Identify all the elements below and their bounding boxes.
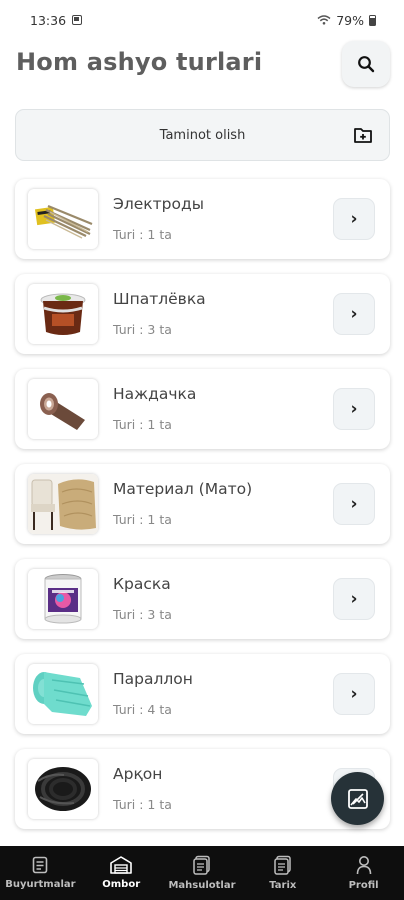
open-item-button[interactable]: › <box>333 388 375 430</box>
item-name: Параллон <box>113 670 193 688</box>
paint-image <box>28 569 98 629</box>
chevron-right-icon: › <box>350 494 358 514</box>
chevron-right-icon: › <box>350 589 358 609</box>
item-count: Turi : 1 ta <box>113 512 172 527</box>
battery-percent: 79% <box>336 12 364 28</box>
nav-profile-label: Profil <box>348 880 379 891</box>
open-item-button[interactable]: › <box>333 293 375 335</box>
item-count: Turi : 3 ta <box>113 322 172 337</box>
item-name: Материал (Мато) <box>113 480 253 498</box>
fabric-image <box>28 474 98 534</box>
item-name: Шпатлёвка <box>113 290 206 308</box>
battery-icon <box>369 14 376 26</box>
open-item-button[interactable]: › <box>333 578 375 620</box>
wifi-icon <box>317 15 331 25</box>
nav-products-label: Mahsulotlar <box>168 880 236 891</box>
history-icon <box>274 855 291 875</box>
electrodes-image <box>28 189 98 249</box>
status-time: 13:36 <box>30 12 67 28</box>
item-name: Электроды <box>113 195 204 213</box>
item-count: Turi : 1 ta <box>113 797 172 812</box>
open-item-button[interactable]: › <box>333 483 375 525</box>
chevron-right-icon: › <box>350 399 358 419</box>
orders-icon <box>33 856 48 874</box>
nav-warehouse[interactable]: Ombor <box>81 846 162 900</box>
status-bar: 13:36 79% <box>0 0 404 40</box>
chevron-right-icon: › <box>350 304 358 324</box>
item-count: Turi : 4 ta <box>113 702 172 717</box>
nav-history-label: Tarix <box>269 880 297 891</box>
rope-image <box>28 759 98 819</box>
image-edit-icon <box>347 788 368 809</box>
nav-orders[interactable]: Buyurtmalar <box>0 846 81 900</box>
item-name: Наждачка <box>113 385 197 403</box>
nav-profile[interactable]: Profil <box>323 846 404 900</box>
warehouse-icon <box>110 856 132 874</box>
search-button[interactable] <box>342 41 390 87</box>
page-title: Hom ashyo turlari <box>16 48 263 76</box>
gallery-notification-icon <box>72 15 83 25</box>
item-count: Turi : 3 ta <box>113 607 172 622</box>
nav-products[interactable]: Mahsulotlar <box>162 846 243 900</box>
material-card-putty[interactable]: Шпатлёвка Turi : 3 ta › <box>15 274 390 354</box>
item-count: Turi : 1 ta <box>113 227 172 242</box>
search-icon <box>358 56 375 73</box>
item-name: Краска <box>113 575 171 593</box>
nav-history[interactable]: Tarix <box>242 846 323 900</box>
get-supply-label: Taminot olish <box>159 127 246 143</box>
material-card-paint[interactable]: Краска Turi : 3 ta › <box>15 559 390 639</box>
nav-orders-label: Buyurtmalar <box>5 879 76 890</box>
material-type-list: Электроды Turi : 1 ta › Шпатлёвка Turi :… <box>15 179 390 844</box>
nav-warehouse-label: Ombor <box>102 879 141 890</box>
bottom-navigation: Buyurtmalar Ombor Mahsulotlar Tarix Prof… <box>0 846 404 900</box>
products-icon <box>193 855 210 875</box>
image-fab-button[interactable] <box>331 772 384 825</box>
open-item-button[interactable]: › <box>333 198 375 240</box>
folder-add-icon <box>354 128 372 143</box>
item-count: Turi : 1 ta <box>113 417 172 432</box>
chevron-right-icon: › <box>350 684 358 704</box>
get-supply-button[interactable]: Taminot olish <box>15 109 390 161</box>
chevron-right-icon: › <box>350 209 358 229</box>
material-card-electrodes[interactable]: Электроды Turi : 1 ta › <box>15 179 390 259</box>
material-card-sandpaper[interactable]: Наждачка Turi : 1 ta › <box>15 369 390 449</box>
item-name: Арқон <box>113 765 163 783</box>
material-card-fabric[interactable]: Материал (Мато) Turi : 1 ta › <box>15 464 390 544</box>
material-card-foam[interactable]: Параллон Turi : 4 ta › <box>15 654 390 734</box>
sandpaper-image <box>28 379 98 439</box>
putty-image <box>28 284 98 344</box>
open-item-button[interactable]: › <box>333 673 375 715</box>
profile-icon <box>356 856 371 875</box>
foam-image <box>28 664 98 724</box>
